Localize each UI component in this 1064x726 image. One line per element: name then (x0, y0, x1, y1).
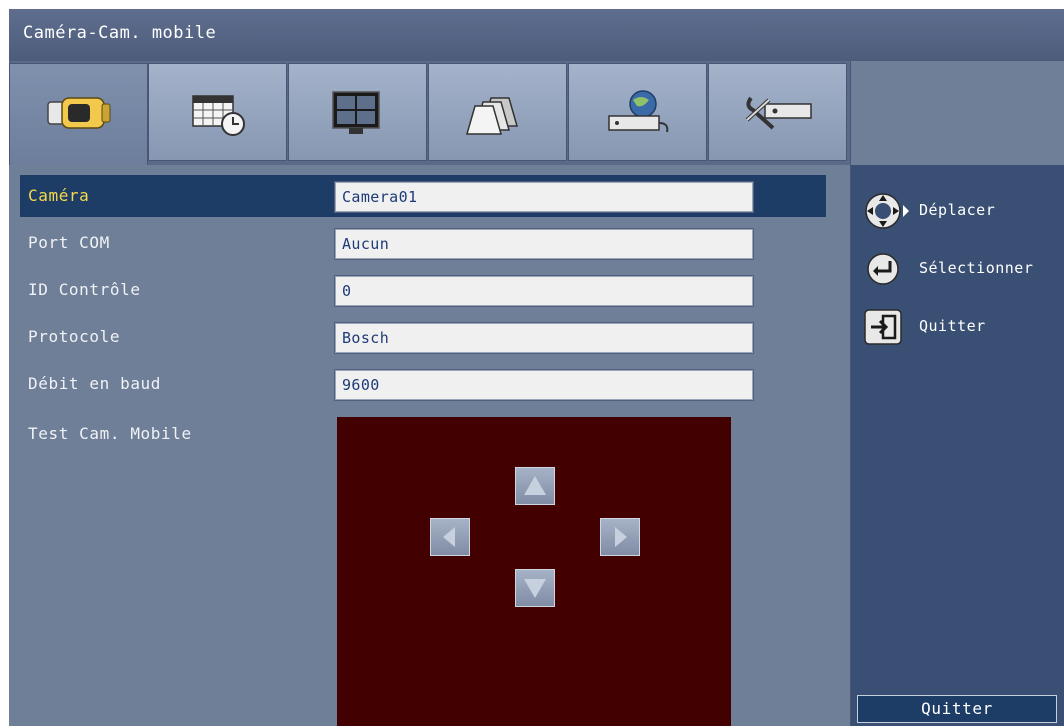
enter-icon (867, 253, 899, 285)
ptz-right-button[interactable] (600, 518, 640, 556)
tab-network[interactable] (568, 63, 707, 161)
arrow-right-icon (615, 527, 627, 547)
title-bar: Caméra-Cam. mobile (9, 9, 1064, 62)
field-value: Aucun (342, 235, 390, 253)
hint-navigate: Déplacer (861, 191, 1061, 231)
settings-panel: Caméra Camera01 Port COM Aucun ID Contrô… (9, 165, 850, 726)
alarm-icon (466, 97, 518, 135)
system-tools-icon (745, 96, 812, 130)
exit-icon (864, 309, 902, 345)
monitor-icon (332, 91, 380, 134)
hint-text: Quitter (919, 317, 986, 335)
setting-label: Protocole (28, 327, 121, 346)
window-title: Caméra-Cam. mobile (23, 23, 217, 43)
field-value: Bosch (342, 329, 390, 347)
quit-button-label: Quitter (921, 699, 993, 718)
network-icon (608, 90, 669, 133)
setting-label: Port COM (28, 233, 110, 252)
setting-row-protocol[interactable]: Protocole Bosch (20, 316, 826, 358)
arrow-down-icon (524, 579, 546, 598)
setting-row-com-port[interactable]: Port COM Aucun (20, 222, 826, 264)
setting-label: ID Contrôle (28, 280, 141, 299)
setting-label: Débit en baud (28, 374, 162, 393)
hint-text: Sélectionner (919, 259, 1034, 277)
tab-alarm[interactable] (428, 63, 567, 161)
setting-row-control-id[interactable]: ID Contrôle 0 (20, 269, 826, 311)
hint-quit: Quitter (861, 307, 1061, 347)
field-value: 0 (342, 282, 352, 300)
field-value: Camera01 (342, 188, 418, 206)
tab-system[interactable] (708, 63, 847, 161)
ptz-control-pad[interactable] (337, 417, 731, 726)
tab-schedule[interactable] (148, 63, 287, 161)
baud-rate-field[interactable]: 9600 (334, 369, 754, 401)
hint-select: Sélectionner (861, 249, 1061, 289)
arrow-left-icon (443, 527, 455, 547)
tab-bar-spacer (850, 61, 1064, 165)
setting-label: Caméra (28, 186, 90, 205)
help-sidebar: Déplacer Sélectionner Quitter Quitter (850, 165, 1064, 726)
com-port-field[interactable]: Aucun (334, 228, 754, 260)
schedule-icon (192, 95, 245, 136)
tab-camera[interactable] (9, 63, 148, 165)
camera-ptz-window: Caméra-Cam. mobile Caméra Camera01 Port … (9, 9, 1064, 726)
control-id-field[interactable]: 0 (334, 275, 754, 307)
hint-text: Déplacer (919, 201, 996, 219)
setting-row-baud-rate[interactable]: Débit en baud 9600 (20, 363, 826, 405)
setting-row-camera[interactable]: Caméra Camera01 (20, 175, 826, 217)
menu-tab-bar (9, 61, 850, 165)
ptz-down-button[interactable] (515, 569, 555, 607)
ptz-left-button[interactable] (430, 518, 470, 556)
ptz-up-button[interactable] (515, 467, 555, 505)
camera-name-field[interactable]: Camera01 (334, 181, 754, 213)
ptz-test-label: Test Cam. Mobile (28, 424, 192, 443)
arrow-up-icon (524, 476, 546, 495)
field-value: 9600 (342, 376, 380, 394)
tab-display[interactable] (288, 63, 427, 161)
quit-button[interactable]: Quitter (857, 695, 1057, 723)
navigate-icon (865, 193, 909, 229)
camera-icon (47, 97, 111, 129)
protocol-field[interactable]: Bosch (334, 322, 754, 354)
